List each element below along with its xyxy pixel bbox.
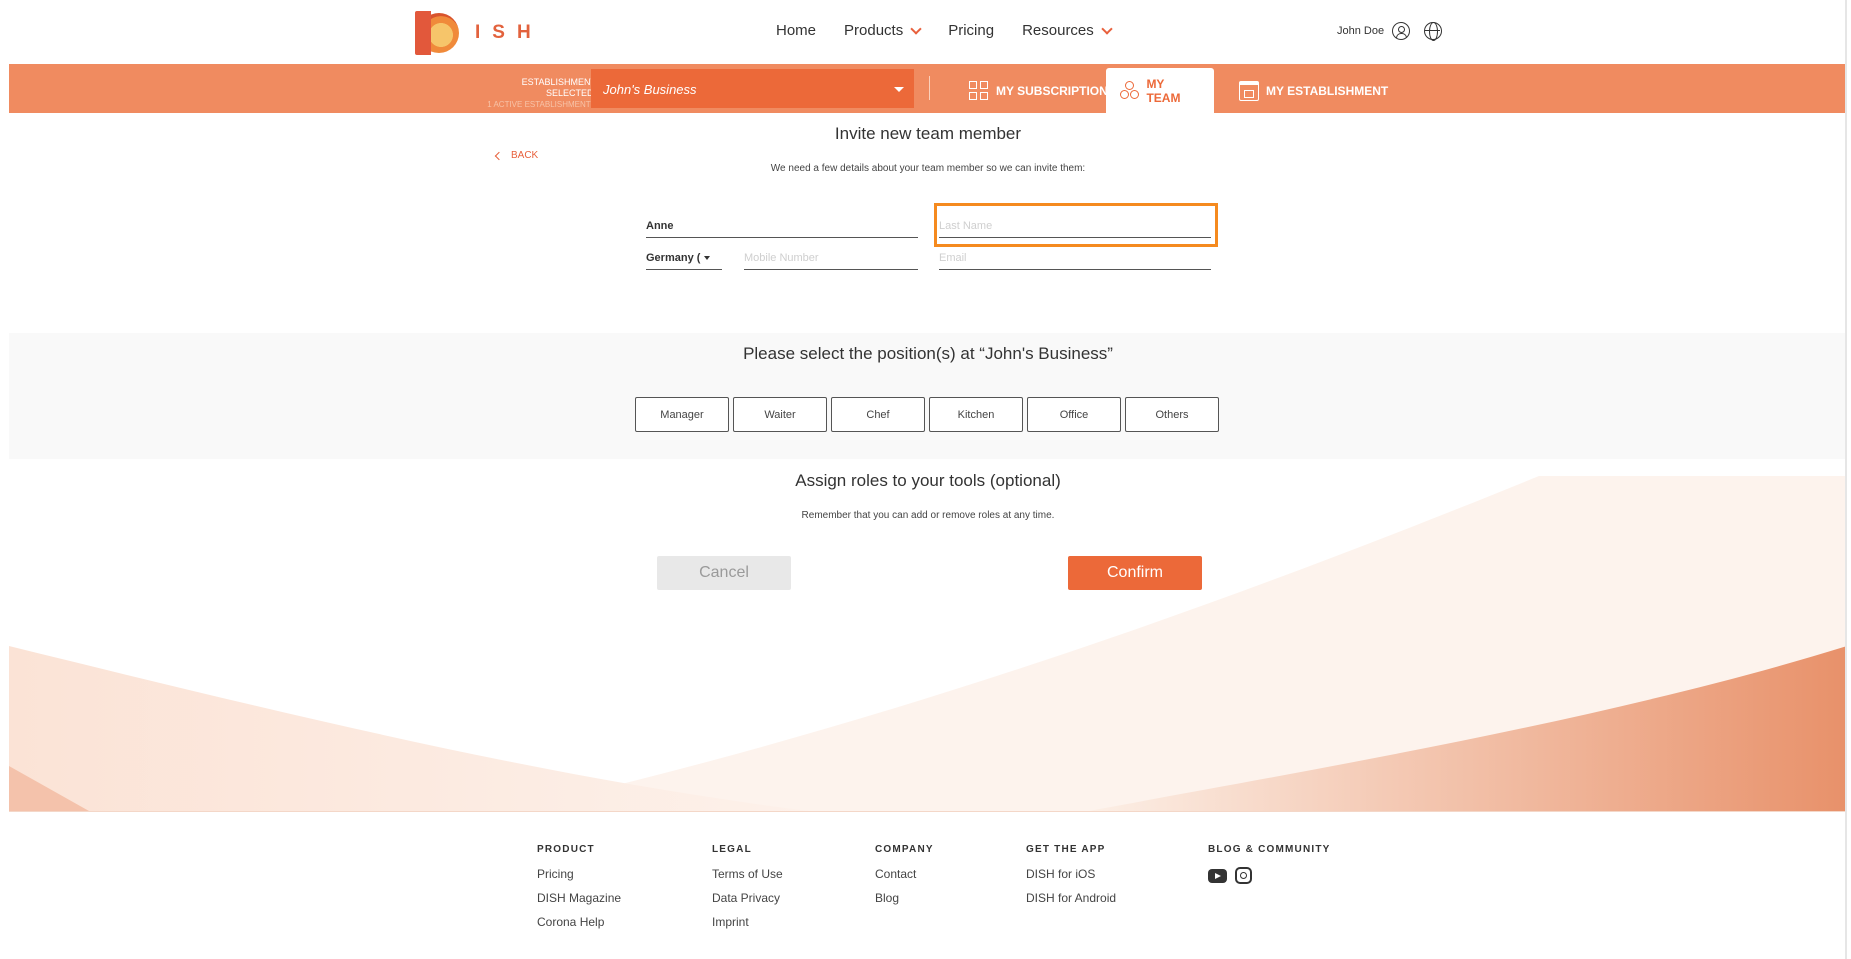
invite-title: Invite new team member — [834, 124, 1022, 143]
invite-subtitle: We need a few details about your team me… — [770, 163, 1086, 174]
top-navigation: ISH Home Products Pricing Resources John… — [9, 0, 1845, 64]
decorative-waves — [9, 476, 1845, 811]
cancel-button[interactable]: Cancel — [657, 556, 791, 590]
position-waiter[interactable]: Waiter — [733, 397, 827, 432]
footer-legal: LEGAL Terms of Use Data Privacy Imprint — [712, 844, 783, 929]
email-field[interactable]: Email — [939, 248, 1211, 270]
user-area: John Doe — [1337, 22, 1443, 41]
footer-link-blog[interactable]: Blog — [875, 891, 934, 905]
footer-product: PRODUCT Pricing DISH Magazine Corona Hel… — [537, 844, 622, 929]
nav-pricing[interactable]: Pricing — [948, 22, 994, 39]
roles-subtitle: Remember that you can add or remove role… — [801, 510, 1055, 521]
tab-my-establishment[interactable]: MY ESTABLISHMENT — [1225, 68, 1402, 113]
mobile-number-field[interactable]: Mobile Number — [744, 248, 918, 270]
footer-link-data-privacy[interactable]: Data Privacy — [712, 891, 783, 905]
focus-highlight-box — [934, 203, 1218, 247]
caret-down-icon — [894, 87, 904, 92]
footer-link-dish-magazine[interactable]: DISH Magazine — [537, 891, 621, 905]
footer-community: BLOG & COMMUNITY — [1208, 844, 1331, 884]
footer-link-pricing[interactable]: Pricing — [537, 867, 621, 881]
establishment-icon — [1239, 80, 1259, 101]
establishment-label: ESTABLISHMENT SELECTED: 1 ACTIVE ESTABLI… — [487, 77, 596, 109]
chevron-left-icon — [494, 151, 504, 160]
globe-icon[interactable] — [1424, 22, 1443, 41]
footer-link-corona-help[interactable]: Corona Help — [537, 915, 621, 929]
caret-down-icon — [704, 256, 711, 261]
dish-logo-mark-icon — [415, 11, 459, 55]
position-others[interactable]: Others — [1125, 397, 1219, 432]
confirm-button[interactable]: Confirm — [1068, 556, 1202, 590]
footer-app: GET THE APP DISH for iOS DISH for Androi… — [1026, 844, 1117, 905]
position-manager[interactable]: Manager — [635, 397, 729, 432]
position-kitchen[interactable]: Kitchen — [929, 397, 1023, 432]
position-chef[interactable]: Chef — [831, 397, 925, 432]
user-circle-icon[interactable] — [1392, 22, 1411, 40]
position-office[interactable]: Office — [1027, 397, 1121, 432]
team-icon — [1120, 80, 1139, 101]
account-bar: ESTABLISHMENT SELECTED: 1 ACTIVE ESTABLI… — [9, 64, 1845, 113]
footer-link-imprint[interactable]: Imprint — [712, 915, 783, 929]
footer-link-contact[interactable]: Contact — [875, 867, 934, 881]
chevron-down-icon — [1101, 22, 1113, 35]
main-menu: Home Products Pricing Resources — [776, 22, 1139, 39]
footer-link-terms[interactable]: Terms of Use — [712, 867, 783, 881]
chevron-down-icon — [910, 22, 922, 35]
back-link[interactable]: BACK — [494, 150, 538, 161]
divider — [929, 76, 930, 100]
grid-icon — [969, 80, 989, 101]
footer: PRODUCT Pricing DISH Magazine Corona Hel… — [9, 811, 1845, 959]
page-frame: ISH Home Products Pricing Resources John… — [9, 0, 1847, 959]
footer-company: COMPANY Contact Blog — [875, 844, 934, 905]
youtube-icon[interactable] — [1208, 869, 1227, 883]
user-name[interactable]: John Doe — [1337, 25, 1384, 37]
footer-link-ios[interactable]: DISH for iOS — [1026, 867, 1116, 881]
nav-home[interactable]: Home — [776, 22, 816, 39]
dish-logo-text: ISH — [475, 22, 543, 43]
first-name-field[interactable]: Anne — [646, 216, 918, 238]
dish-logo[interactable]: ISH — [415, 11, 543, 55]
nav-products[interactable]: Products — [844, 22, 922, 39]
social-icons — [1208, 867, 1331, 884]
roles-title: Assign roles to your tools (optional) — [795, 471, 1061, 490]
footer-link-android[interactable]: DISH for Android — [1026, 891, 1116, 905]
establishment-select[interactable]: John's Business — [591, 69, 914, 108]
instagram-icon[interactable] — [1235, 867, 1252, 884]
tab-my-subscriptions[interactable]: MY SUBSCRIPTIONS — [955, 68, 1130, 113]
position-options: Manager Waiter Chef Kitchen Office Other… — [635, 397, 1223, 432]
nav-resources[interactable]: Resources — [1022, 22, 1113, 39]
tab-my-team[interactable]: MY TEAM — [1106, 68, 1214, 113]
positions-title: Please select the position(s) at “John's… — [743, 344, 1113, 363]
country-code-select[interactable]: Germany ( — [646, 248, 722, 270]
